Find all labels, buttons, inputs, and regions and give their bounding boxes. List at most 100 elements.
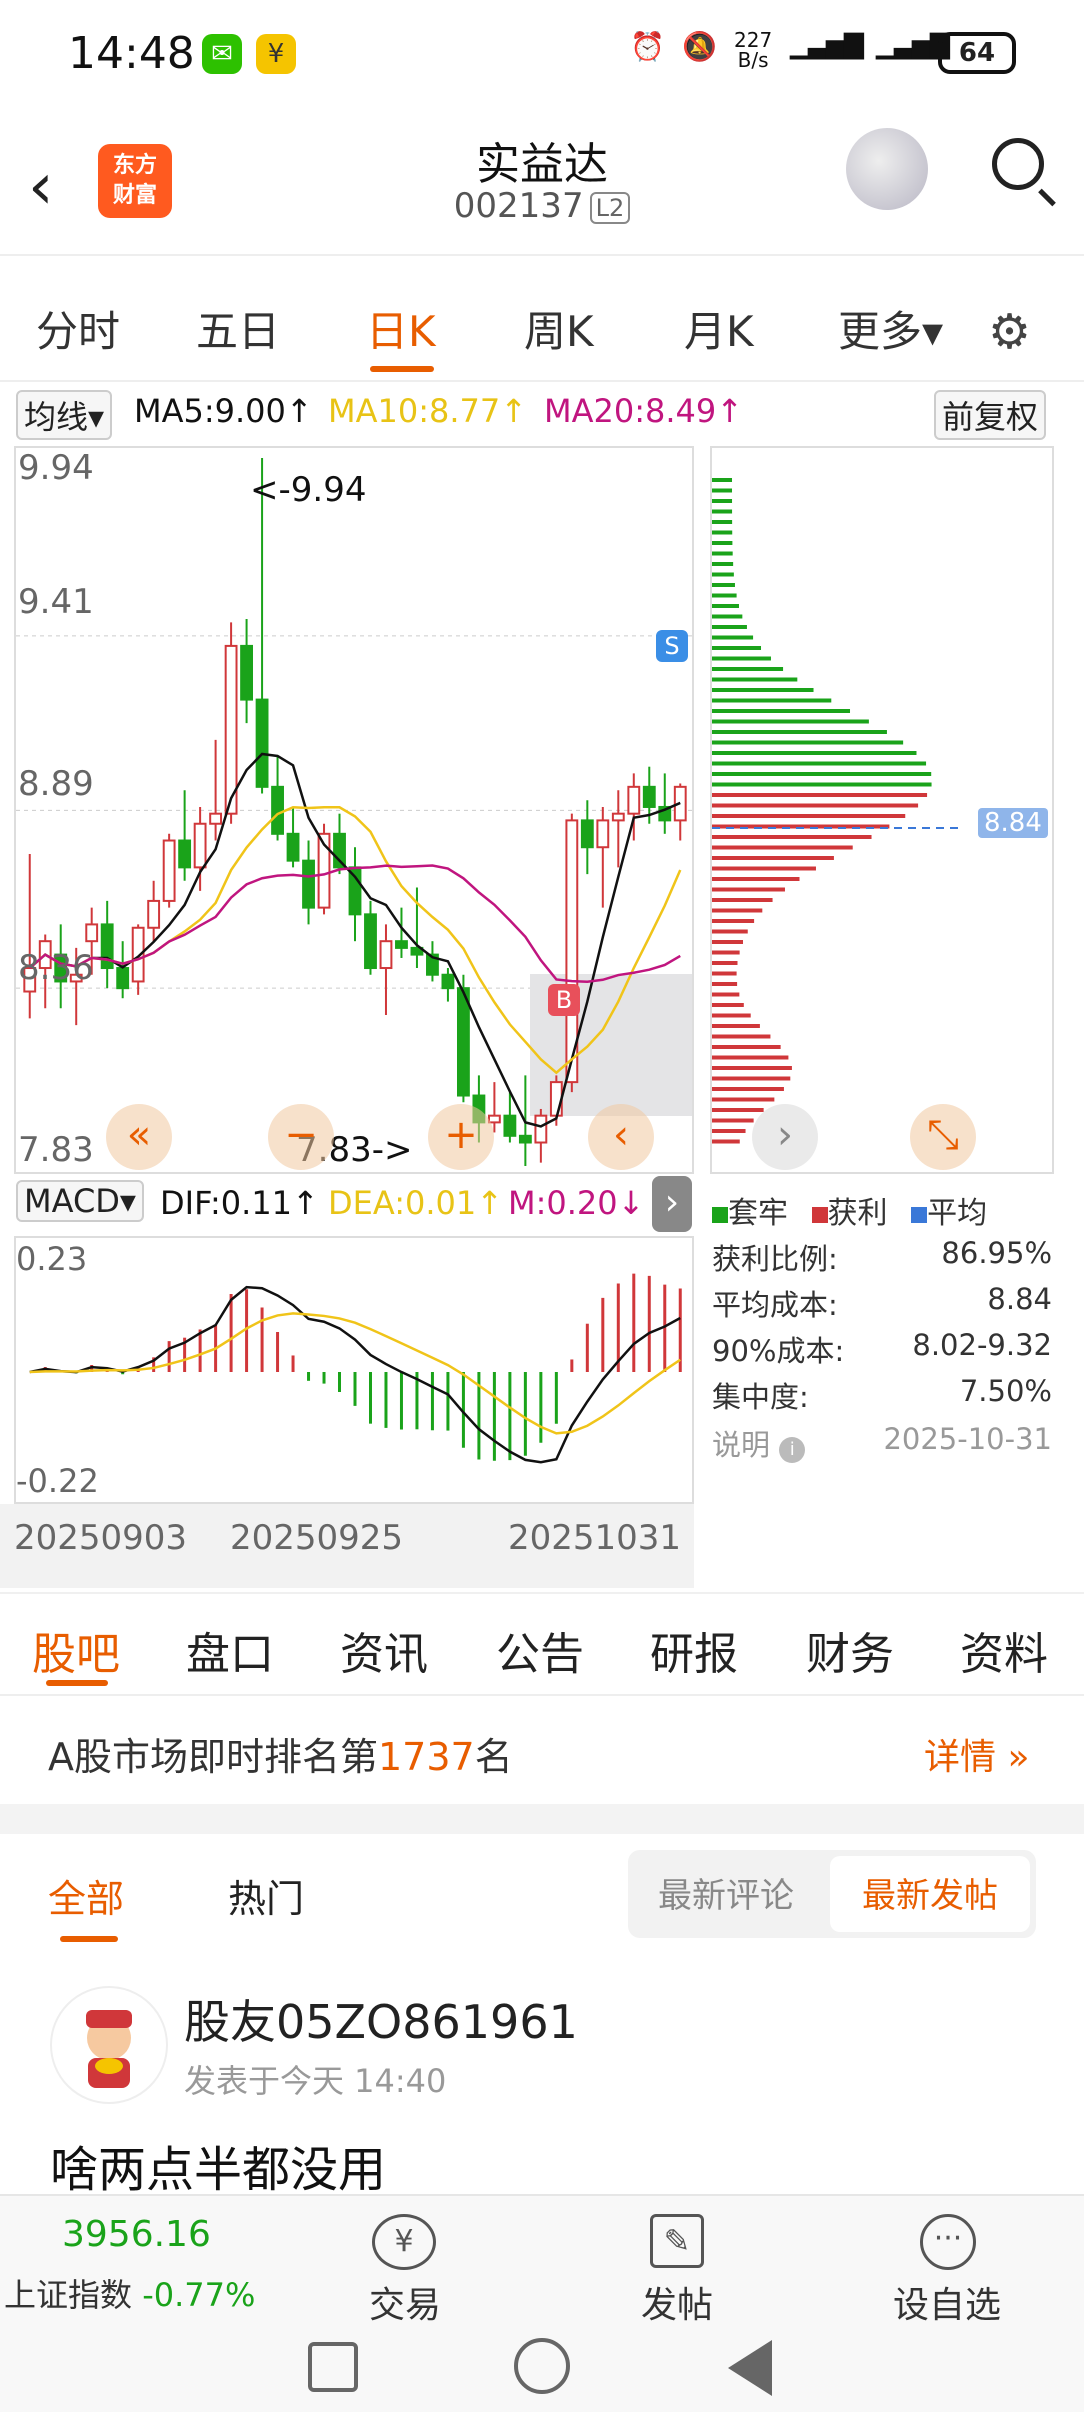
candle-body — [518, 1134, 532, 1144]
recent-apps-icon[interactable] — [308, 2342, 358, 2392]
index-value[interactable]: 3956.16 — [62, 2214, 211, 2255]
scroll-left-icon[interactable]: ‹ — [588, 1104, 654, 1170]
candle-body — [302, 859, 315, 909]
candle-body — [271, 785, 284, 835]
chip-bar — [712, 677, 798, 682]
chip-bar — [712, 688, 814, 692]
trade-label[interactable]: 交易 — [340, 2276, 470, 2328]
post-content[interactable]: 啥两点半都没用 — [50, 2130, 386, 2200]
macd-dif: DIF:0.11↑ — [160, 1184, 319, 1222]
zoom-out-icon[interactable]: − — [268, 1104, 334, 1170]
net-speed: 227 B/s — [734, 28, 773, 72]
chip-bar — [712, 604, 739, 608]
chip-bar — [712, 509, 733, 514]
chip-bar — [712, 698, 832, 703]
chip-bar — [712, 772, 932, 776]
battery-icon: 64 — [938, 32, 1016, 74]
candle-body — [596, 819, 610, 849]
trade-icon[interactable]: ¥ — [372, 2214, 436, 2270]
fullscreen-icon[interactable]: ⤡ — [910, 1104, 976, 1170]
rank-details-link[interactable]: 详情 » — [924, 1728, 1029, 1780]
zoom-in-icon[interactable]: + — [428, 1104, 494, 1170]
tab-orderbook[interactable]: 盘口 — [186, 1618, 274, 1682]
tab-monthly-k[interactable]: 月K — [684, 298, 754, 359]
high-marker: <-9.94 — [250, 470, 367, 510]
avg-cost-tag: 8.84 — [978, 808, 1048, 838]
chip-bar — [712, 656, 771, 661]
chip-date: 2025-10-31 — [883, 1422, 1052, 1456]
more-dots-icon[interactable]: ··· — [920, 2214, 976, 2270]
back-nav-icon[interactable] — [728, 2340, 772, 2396]
home-icon[interactable] — [514, 2338, 570, 2394]
chip-bar — [712, 478, 733, 482]
macd-bottom-tick: -0.22 — [16, 1462, 99, 1500]
kline-chart[interactable] — [14, 446, 694, 1174]
signal-icon: ▁▃▅▇ — [790, 30, 864, 60]
expand-right-icon[interactable]: › — [752, 1104, 818, 1170]
chip-bar — [712, 625, 747, 629]
user-avatar[interactable] — [50, 1986, 168, 2104]
sort-latest-post[interactable]: 最新发帖 — [862, 1868, 998, 1917]
tab-five-day[interactable]: 五日 — [196, 298, 280, 359]
chip-bar — [712, 908, 763, 913]
feed-tab-underline — [60, 1936, 118, 1942]
candle-body — [456, 987, 470, 1097]
chip-bar — [712, 961, 738, 965]
adjust-select[interactable]: 前复权 — [934, 390, 1047, 440]
compose-label[interactable]: 发帖 — [612, 2276, 742, 2328]
chip-bar — [712, 782, 932, 787]
tab-more[interactable]: 更多▾ — [838, 298, 943, 359]
chip-bar — [712, 856, 834, 860]
candle-body — [224, 644, 238, 815]
active-tab-underline-2 — [46, 1680, 108, 1686]
tab-guba[interactable]: 股吧 — [32, 1618, 120, 1682]
chip-bar — [712, 530, 733, 535]
price-tick-4: 8.36 — [18, 948, 94, 988]
tab-daily-k[interactable]: 日K — [366, 298, 436, 359]
candle-body — [611, 812, 625, 822]
buy-marker[interactable]: B — [548, 984, 580, 1016]
candle-body — [627, 785, 641, 815]
ma5-value: MA5:9.00↑ — [134, 392, 313, 430]
sell-marker[interactable]: S — [656, 630, 688, 662]
tab-weekly-k[interactable]: 周K — [524, 298, 594, 359]
price-tick-1: 9.94 — [18, 448, 94, 488]
feed-tab-all[interactable]: 全部 — [48, 1868, 124, 1923]
chip-bar — [712, 1003, 744, 1007]
candle-body — [364, 913, 377, 970]
indicator-select[interactable]: 均线▾ — [16, 390, 113, 440]
tab-announcements[interactable]: 公告 — [496, 1618, 584, 1682]
chip-bar — [712, 982, 738, 986]
compose-icon[interactable]: ✎ — [650, 2214, 704, 2268]
macd-select[interactable]: MACD▾ — [16, 1180, 144, 1222]
feed-tab-hot[interactable]: 热门 — [228, 1868, 304, 1923]
stock-code: 002137 L2 — [0, 186, 1084, 226]
scroll-left-fast-icon[interactable]: « — [106, 1104, 172, 1170]
candle-body — [580, 819, 594, 849]
expand-indicator-icon[interactable]: › — [652, 1176, 692, 1232]
gear-icon[interactable]: ⚙ — [988, 304, 1031, 360]
macd-chart[interactable] — [14, 1236, 694, 1504]
macd-dea: DEA:0.01↑ — [328, 1184, 504, 1222]
stock-header: ‹ 东方 财富 实益达 002137 L2 — [0, 110, 1084, 256]
rank-banner[interactable]: A股市场即时排名第1737名 详情 » — [0, 1696, 1084, 1804]
sort-toggle: 最新评论 最新发帖 — [628, 1850, 1036, 1938]
post-username[interactable]: 股友05ZO861961 — [184, 1986, 578, 2052]
chip-bar — [712, 845, 853, 850]
tab-profile[interactable]: 资料 — [960, 1618, 1048, 1682]
chip-bar — [712, 866, 816, 871]
index-name[interactable]: 上证指数 -0.77% — [4, 2270, 255, 2316]
sort-latest-comment[interactable]: 最新评论 — [658, 1868, 794, 1917]
tab-finance[interactable]: 财务 — [806, 1618, 894, 1682]
status-bar: 14:48 ✉ ¥ ⏰ 🔕 227 B/s ▁▃▅▇ ▁▃▅▇ 64 — [0, 0, 1084, 110]
tab-news[interactable]: 资讯 — [340, 1618, 428, 1682]
chip-bar — [712, 803, 919, 808]
chip-bar — [712, 1024, 760, 1028]
tab-intraday[interactable]: 分时 — [36, 298, 120, 359]
chip-bar — [712, 751, 917, 755]
search-icon[interactable] — [992, 138, 1044, 190]
chip-bar — [712, 499, 733, 503]
tab-research[interactable]: 研报 — [650, 1618, 738, 1682]
assistant-avatar[interactable] — [846, 128, 928, 210]
watchlist-label[interactable]: 设自选 — [882, 2276, 1012, 2328]
